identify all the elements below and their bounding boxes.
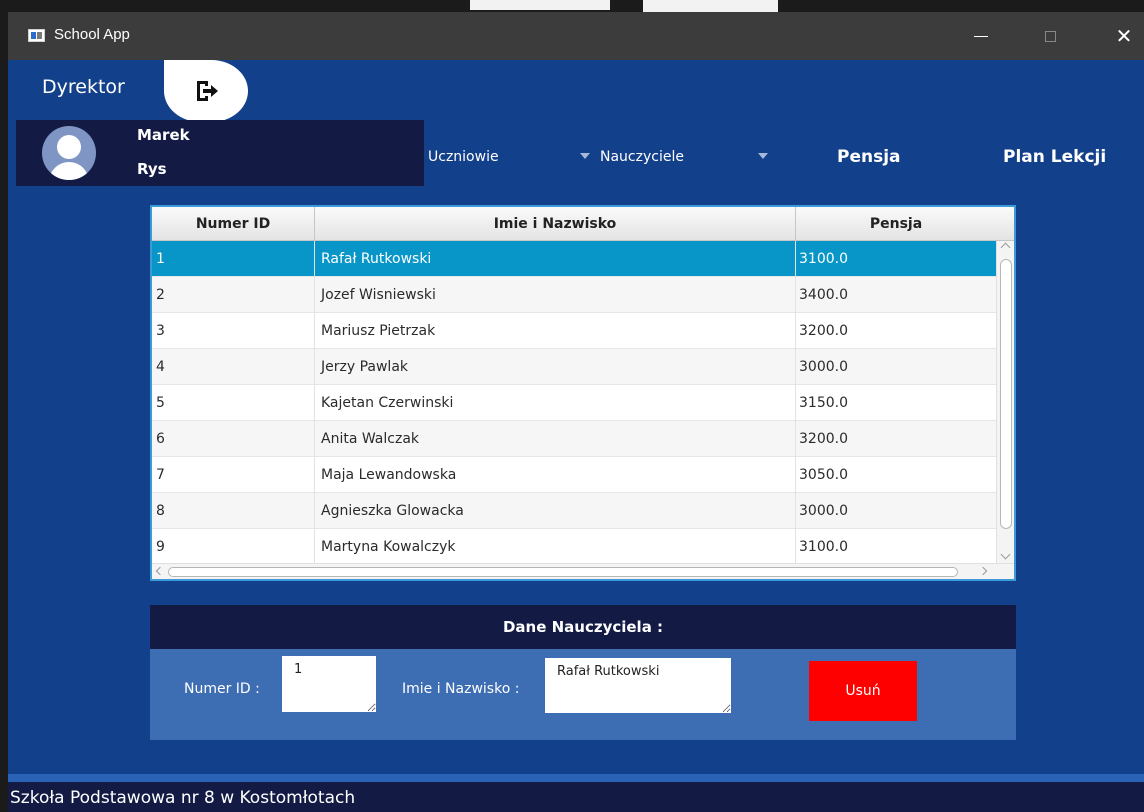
table-body: 1 Rafał Rutkowski 3100.0 2 Jozef Wisniewski 3… [152,241,996,565]
horizontal-scrollbar[interactable] [152,563,1014,579]
title-bar[interactable]: School App ✕ [8,12,1144,60]
cell-id: 9 [152,529,315,565]
column-header-name[interactable]: Imie i Nazwisko [315,207,796,241]
cell-name: Anita Walczak [315,421,796,457]
table-row[interactable]: 6 Anita Walczak 3200.0 [152,421,996,457]
close-button[interactable]: ✕ [1106,20,1142,52]
table-row[interactable]: 5 Kajetan Czerwinski 3150.0 [152,385,996,421]
table-row[interactable]: 3 Mariusz Pietrzak 3200.0 [152,313,996,349]
cell-id: 2 [152,277,315,313]
logout-button[interactable] [164,60,248,122]
maximize-icon [1044,30,1056,42]
column-header-pay[interactable]: Pensja [796,207,996,241]
form-title: Dane Nauczyciela : [150,605,1016,649]
window-title: School App [54,26,130,43]
role-label: Dyrektor [42,76,125,98]
table-row[interactable]: 9 Martyna Kowalczyk 3100.0 [152,529,996,565]
horizontal-scroll-thumb[interactable] [168,567,958,577]
cell-pay: 3100.0 [799,251,848,267]
footer-text: Szkoła Podstawowa nr 8 w Kostomłotach [8,782,1144,812]
user-profile: Marek Rys [16,120,424,186]
column-header-id[interactable]: Numer ID [152,207,315,241]
footer-divider [8,774,1144,782]
id-field[interactable]: 1 [282,656,376,712]
menu-uczniowie[interactable]: Uczniowie [428,142,592,172]
vertical-scrollbar[interactable] [996,241,1014,563]
cell-pay: 3200.0 [799,323,848,339]
close-icon: ✕ [1115,24,1133,48]
table-row[interactable]: 1 Rafał Rutkowski 3100.0 [152,241,996,277]
cell-id: 8 [152,493,315,529]
cell-pay: 3200.0 [799,431,848,447]
cell-name: Agnieszka Glowacka [315,493,796,529]
cell-name: Maja Lewandowska [315,457,796,493]
cell-pay: 3000.0 [799,503,848,519]
table-row[interactable]: 7 Maja Lewandowska 3050.0 [152,457,996,493]
app-icon [28,29,45,42]
logout-icon [197,81,218,101]
cell-pay: 3000.0 [799,359,848,375]
menu-nauczyciele-label: Nauczyciele [600,149,684,165]
id-label: Numer ID : [184,681,260,697]
user-last-name: Rys [137,160,167,178]
menu-uczniowie-label: Uczniowie [428,149,499,165]
cell-id: 3 [152,313,315,349]
name-label: Imie i Nazwisko : [402,681,520,697]
scroll-up-icon[interactable] [1000,242,1011,253]
cell-name: Rafał Rutkowski [315,241,796,277]
app-window: School App ✕ Dyrektor Marek Rys Uczniowi… [8,12,1144,812]
cell-pay: 3400.0 [799,287,848,303]
cell-pay: 3050.0 [799,467,848,483]
user-first-name: Marek [137,126,190,144]
table-row[interactable]: 4 Jerzy Pawlak 3000.0 [152,349,996,385]
cell-id: 5 [152,385,315,421]
menu-plan-lekcji[interactable]: Plan Lekcji [1003,142,1106,172]
scroll-right-icon[interactable] [978,566,988,576]
cell-id: 4 [152,349,315,385]
cell-id: 7 [152,457,315,493]
desktop-strip [0,0,1144,12]
delete-button[interactable]: Usuń [809,661,917,721]
table-row[interactable]: 8 Agnieszka Glowacka 3000.0 [152,493,996,529]
cell-pay: 3150.0 [799,395,848,411]
minimize-button[interactable] [963,20,999,52]
vertical-scroll-thumb[interactable] [1000,259,1012,529]
avatar-body [49,162,89,180]
scroll-left-icon[interactable] [155,566,165,576]
desktop-window-edge [643,0,778,12]
avatar-icon [42,126,96,180]
cell-name: Jerzy Pawlak [315,349,796,385]
menu-nauczyciele[interactable]: Nauczyciele [600,142,770,172]
cell-name: Martyna Kowalczyk [315,529,796,565]
chevron-down-icon [580,153,590,159]
desktop-window-edge [470,0,610,10]
scroll-down-icon[interactable] [1000,549,1011,560]
teacher-form: Numer ID : 1 Imie i Nazwisko : Rafał Rut… [150,649,1016,740]
menu-pensja[interactable]: Pensja [837,142,901,172]
avatar-head [57,135,81,159]
teachers-table[interactable]: Numer ID Imie i Nazwisko Pensja 1 Rafał R… [150,205,1016,581]
cell-name: Kajetan Czerwinski [315,385,796,421]
table-header: Numer ID Imie i Nazwisko Pensja [152,207,1014,241]
cell-name: Jozef Wisniewski [315,277,796,313]
name-field[interactable]: Rafał Rutkowski [545,658,731,713]
cell-id: 6 [152,421,315,457]
maximize-button[interactable] [1032,20,1068,52]
cell-name: Mariusz Pietrzak [315,313,796,349]
table-row[interactable]: 2 Jozef Wisniewski 3400.0 [152,277,996,313]
chevron-down-icon [758,153,768,159]
cell-id: 1 [152,241,315,277]
cell-pay: 3100.0 [799,539,848,555]
minimize-icon [974,35,988,37]
